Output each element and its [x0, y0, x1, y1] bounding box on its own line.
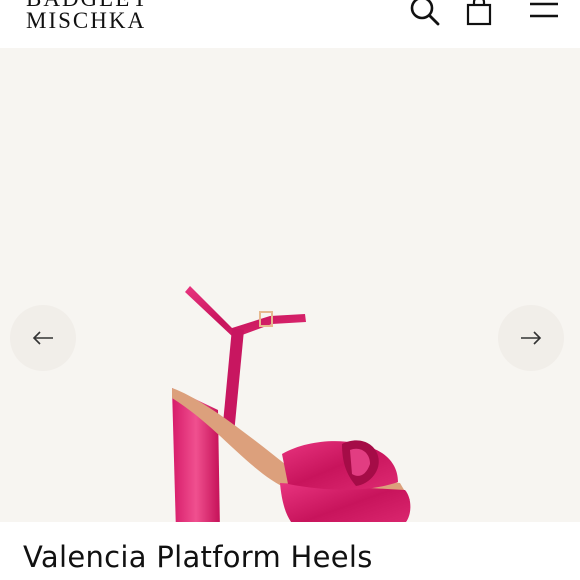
product-image-gallery — [0, 48, 580, 536]
product-image — [172, 286, 411, 536]
shopping-bag-icon — [466, 0, 492, 26]
product-title: Valencia Platform Heels — [23, 540, 373, 574]
cart-button[interactable] — [464, 0, 494, 28]
arrow-right-icon — [521, 331, 542, 345]
product-info: Valencia Platform Heels — [0, 522, 580, 580]
previous-image-button[interactable] — [10, 305, 76, 371]
search-button[interactable] — [408, 0, 442, 28]
brand-logo-line2: MISCHKA — [26, 8, 147, 33]
brand-logo[interactable]: BADGLEY MISCHKA — [26, 0, 150, 32]
site-header: BADGLEY MISCHKA — [0, 0, 580, 48]
arrow-left-icon — [32, 331, 53, 345]
hamburger-menu-icon — [530, 2, 558, 18]
menu-button[interactable] — [528, 0, 560, 26]
next-image-button[interactable] — [498, 305, 564, 371]
search-icon — [410, 0, 440, 26]
